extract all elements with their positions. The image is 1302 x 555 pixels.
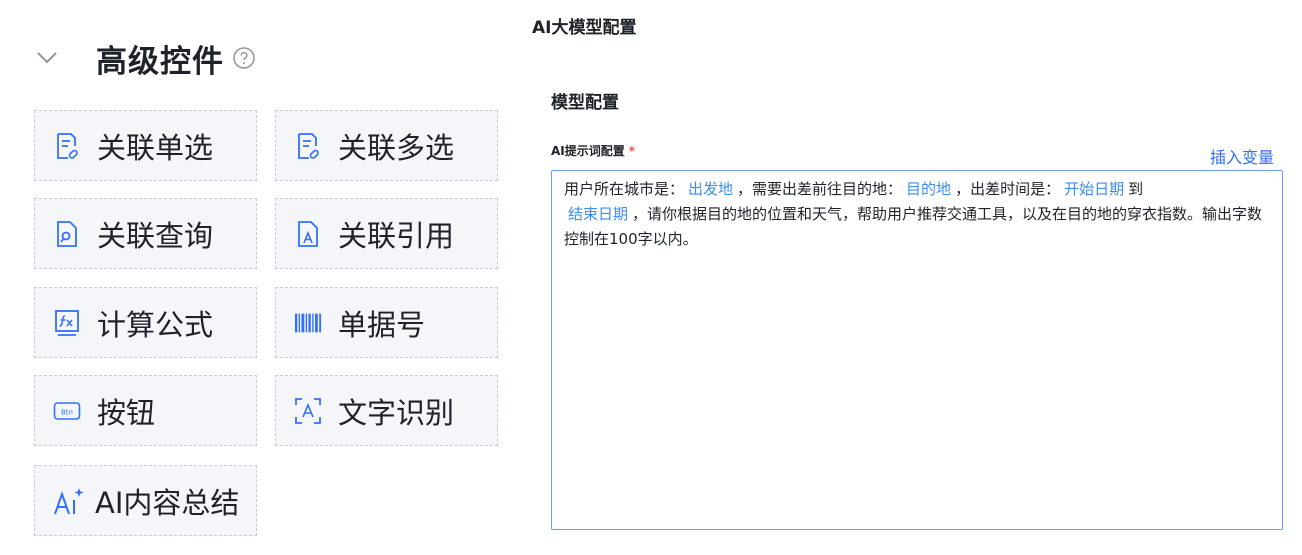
linked-multi-select-icon <box>294 132 322 160</box>
button-icon: Btn <box>53 397 81 425</box>
required-mark: * <box>628 144 636 158</box>
variable-tag-destination[interactable]: 目的地 <box>906 180 951 198</box>
control-label: 文字识别 <box>338 395 455 430</box>
prompt-text: ，需要出差前往目的地： <box>737 180 903 198</box>
help-circle-icon[interactable] <box>232 46 256 70</box>
ai-sparkle-icon <box>53 487 87 515</box>
prompt-field-label-text: AI提示词配置 <box>551 144 625 158</box>
linked-single-select-icon <box>53 132 81 160</box>
prompt-text: ，请你根据目的地的位置和天气，帮助用户推荐交通工具，以及在目的地的穿衣指数。输出… <box>564 205 1263 248</box>
svg-text:Btn: Btn <box>61 408 73 416</box>
text-recognition-icon <box>294 397 322 425</box>
control-label: 计算公式 <box>97 307 214 342</box>
section-title: 高级控件 <box>96 43 224 80</box>
control-label: 单据号 <box>338 307 426 342</box>
prompt-textarea[interactable]: 用户所在城市是： 出发地 ，需要出差前往目的地： 目的地 ，出差时间是： 开始日期到结束日… <box>551 170 1283 530</box>
control-label: 按钮 <box>97 395 156 430</box>
control-label: 关联查询 <box>97 218 214 253</box>
page-title: AI大模型配置 <box>532 18 637 38</box>
control-formula[interactable]: 计算公式 <box>34 287 257 358</box>
prompt-text: ，出差时间是： <box>955 180 1061 198</box>
control-label: 关联单选 <box>97 130 214 165</box>
control-text-recognition[interactable]: 文字识别 <box>275 375 498 446</box>
prompt-field-label: AI提示词配置 * <box>551 142 635 159</box>
variable-tag-origin[interactable]: 出发地 <box>688 180 733 198</box>
control-document-number[interactable]: 单据号 <box>275 287 498 358</box>
controls-panel: 高级控件 关联单选 关联多选 关联查询 关联引用 计算公式 单据号 Btn 按钮… <box>0 0 525 555</box>
barcode-icon <box>294 309 322 337</box>
prompt-text: 用户所在城市是： <box>564 180 685 198</box>
control-linked-multi-select[interactable]: 关联多选 <box>275 110 498 181</box>
ai-model-config-panel: AI大模型配置 模型配置 AI提示词配置 * 插入变量 用户所在城市是： 出发地 ，需… <box>525 0 1302 555</box>
control-ai-content-summary[interactable]: AI内容总结 <box>34 465 257 536</box>
linked-reference-icon <box>294 220 322 248</box>
control-linked-query[interactable]: 关联查询 <box>34 198 257 269</box>
linked-query-icon <box>53 220 81 248</box>
advanced-controls-header[interactable]: 高级控件 <box>36 36 256 80</box>
control-linked-single-select[interactable]: 关联单选 <box>34 110 257 181</box>
control-label: AI内容总结 <box>95 485 240 520</box>
control-label: 关联多选 <box>338 130 455 165</box>
insert-variable-link[interactable]: 插入变量 <box>1210 144 1274 168</box>
prompt-text: 到 <box>1128 180 1144 198</box>
control-linked-reference[interactable]: 关联引用 <box>275 198 498 269</box>
control-label: 关联引用 <box>338 218 455 253</box>
variable-tag-end-date[interactable]: 结束日期 <box>568 205 628 223</box>
variable-tag-start-date[interactable]: 开始日期 <box>1064 180 1124 198</box>
formula-icon <box>53 309 81 337</box>
model-config-heading: 模型配置 <box>551 93 619 113</box>
chevron-down-icon[interactable] <box>36 47 58 69</box>
control-button[interactable]: Btn 按钮 <box>34 375 257 446</box>
